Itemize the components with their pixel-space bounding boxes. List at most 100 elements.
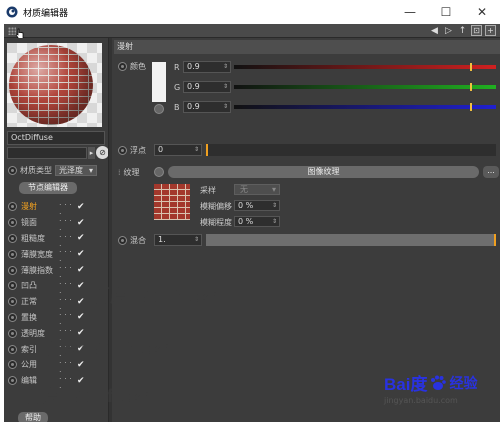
channel-row[interactable]: 薄膜宽度. . . . ✔ [8,245,108,263]
maximize-button[interactable]: ☐ [428,0,464,24]
channel-checkbox[interactable]: ✔ [77,218,85,228]
blur-offset-value: 0 % [238,201,254,210]
paw-icon [431,375,447,390]
blur-offset-field[interactable]: 0 % ⇕ [234,200,280,211]
spinner-icon[interactable]: ⇕ [223,62,228,72]
watermark: 百度ID：ffjczr [44,338,171,359]
channel-radio[interactable] [8,281,17,291]
color-row-label: 颜色 [118,61,146,72]
channel-label[interactable]: 薄膜宽度 [21,249,55,260]
channel-radio[interactable] [8,312,17,322]
channel-label[interactable]: 公用 [21,359,55,370]
channel-checkbox[interactable]: ✔ [77,297,85,307]
channel-label[interactable]: 凹凸 [21,280,55,291]
more-options-button[interactable]: ... [483,166,499,178]
channel-radio[interactable] [8,233,17,243]
image-texture-button[interactable]: 图像纹理 [168,166,479,178]
g-slider[interactable] [234,83,496,91]
color-radio[interactable] [118,62,127,71]
float-radio[interactable] [118,146,127,155]
channel-row[interactable]: 镜面. . . . ✔ [8,214,108,232]
r-slider[interactable] [234,63,496,71]
texture-row-label: ⁞ 纹理 [118,167,140,178]
panel-splitter[interactable] [108,38,112,422]
jingyan-text: 经验 [449,374,478,391]
blur-degree-value: 0 % [238,217,254,226]
spinner-icon[interactable]: ⇕ [272,217,277,226]
mix-slider[interactable] [206,234,496,246]
g-value-field[interactable]: 0.9 ⇕ [183,81,231,93]
channel-checkbox[interactable]: ✔ [77,265,85,275]
channel-row[interactable]: 粗糙度. . . . ✔ [8,230,108,248]
channel-label[interactable]: 正常 [21,296,55,307]
r-value: 0.9 [187,62,200,71]
channel-radio[interactable] [8,265,17,275]
spinner-icon[interactable]: ⇕ [223,82,228,92]
sampling-dropdown[interactable]: 无 ▾ [234,184,280,195]
color-options-button[interactable] [154,104,164,114]
spinner-icon[interactable]: ⇕ [194,145,199,155]
mix-value-field[interactable]: 1. ⇕ [154,234,202,246]
channel-row[interactable]: 薄膜指数. . . . ✔ [8,261,108,279]
channel-checkbox[interactable]: ✔ [77,233,85,243]
mix-radio[interactable] [118,236,127,245]
blur-degree-field[interactable]: 0 % ⇕ [234,216,280,227]
channel-radio[interactable] [8,249,17,259]
channel-label[interactable]: 镜面 [21,217,55,228]
up-arrow-icon[interactable]: ↑ [457,25,468,36]
help-button[interactable]: 帮助 [18,412,48,422]
b-slider-knob[interactable] [469,103,472,111]
channel-checkbox[interactable]: ✔ [77,249,85,259]
material-secondary-field[interactable] [7,147,87,159]
channel-radio[interactable] [8,328,17,338]
texture-dot-icon: ⁞ [118,168,121,177]
close-button[interactable]: ✕ [464,0,500,24]
channel-radio[interactable] [8,218,17,228]
minimize-button[interactable]: — [392,0,428,24]
window-title: 材质编辑器 [23,8,69,19]
material-name-field[interactable]: OctDiffuse [7,131,105,145]
spinner-icon[interactable]: ⇕ [223,102,228,112]
channel-radio[interactable] [8,202,17,212]
spinner-icon[interactable]: ⇕ [272,201,277,210]
channel-label[interactable]: 薄膜指数 [21,265,55,276]
float-value-field[interactable]: 0 ⇕ [154,144,202,156]
texture-options-button[interactable] [154,167,164,177]
channel-checkbox[interactable]: ✔ [77,312,85,322]
material-type-row: 材质类型 光泽度 ▾ [8,165,98,176]
expand-arrow-icon[interactable]: ▸ [88,147,95,159]
float-slider[interactable] [206,144,496,156]
material-type-radio[interactable] [8,166,17,175]
material-type-label: 材质类型 [20,166,52,175]
node-editor-button[interactable]: 节点编辑器 [19,182,77,194]
b-value-field[interactable]: 0.9 ⇕ [183,101,231,113]
channel-checkbox[interactable]: ✔ [77,281,85,291]
texture-thumbnail[interactable] [154,184,190,220]
texture-label: 纹理 [123,168,140,177]
channel-label[interactable]: 漫射 [21,201,55,212]
material-type-dropdown[interactable]: 光泽度 ▾ [55,165,98,176]
material-preview[interactable] [7,43,102,127]
blur-degree-label: 模糊程度 [200,218,232,227]
channel-radio[interactable] [8,344,17,354]
channel-checkbox[interactable]: ✔ [77,202,85,212]
b-slider[interactable] [234,103,496,111]
r-value-field[interactable]: 0.9 ⇕ [183,61,231,73]
channel-radio[interactable] [8,376,17,386]
channel-row[interactable]: 置换. . . . ✔ [8,308,108,326]
forward-arrow-icon[interactable]: ▷ [443,25,454,36]
channel-radio[interactable] [8,360,17,370]
g-slider-knob[interactable] [469,83,472,91]
lock-icon[interactable]: ⊡ [471,25,482,36]
back-arrow-icon[interactable]: ◀ [429,25,440,36]
brick-sphere-preview [9,45,93,125]
channel-label[interactable]: 置换 [21,312,55,323]
r-slider-knob[interactable] [469,63,472,71]
channel-label[interactable]: 粗糙度 [21,233,55,244]
color-swatch[interactable] [152,62,166,102]
spinner-icon[interactable]: ⇕ [194,235,199,245]
channel-row[interactable]: 漫射. . . . ✔ [8,198,108,216]
channel-checkbox[interactable]: ✔ [77,360,85,370]
pin-icon[interactable]: + [485,25,496,36]
channel-radio[interactable] [8,297,17,307]
